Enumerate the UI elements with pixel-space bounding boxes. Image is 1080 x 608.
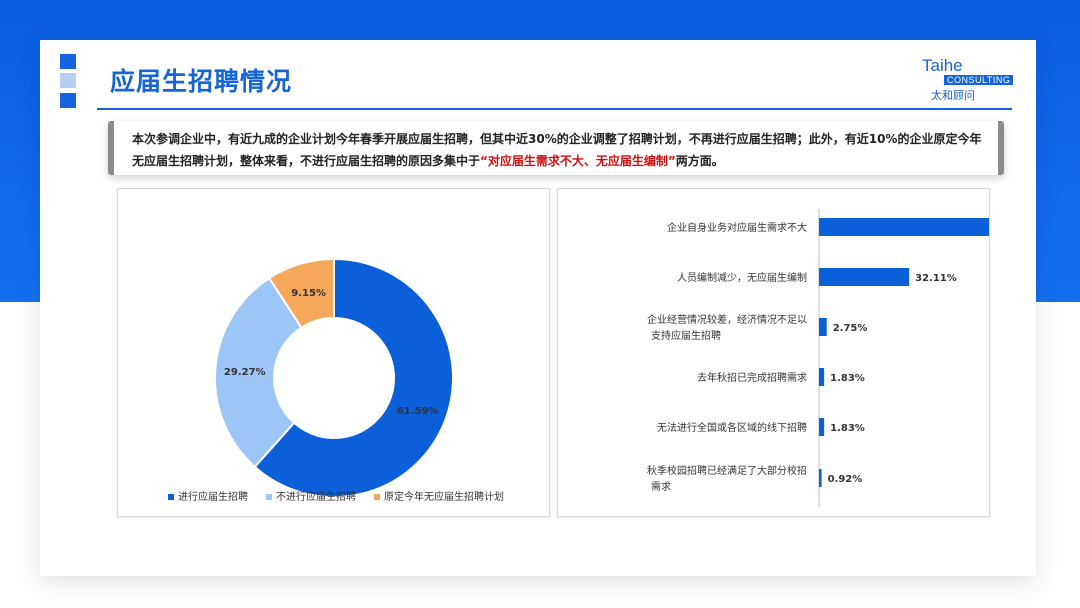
bar-chart: 60.55%企业自身业务对应届生需求不大32.11%人员编制减少，无应届生编制2… [647,209,1037,507]
bar-category-label: 企业自身业务对应届生需求不大 [667,221,807,234]
title-decor-square [60,73,76,88]
bar-category-label: 无法进行全国或各区域的线下招聘 [657,421,807,434]
bar-category-label: 秋季校园招聘已经满足了大部分校招 [647,464,807,477]
legend-swatch [374,494,380,500]
bar [819,268,910,286]
bar-chart-panel: 60.55%企业自身业务对应届生需求不大32.11%人员编制减少，无应届生编制2… [557,188,1037,517]
logo-main-text: Taihe [922,56,963,75]
logo-cn-text: 太和顾问 [931,89,975,102]
bar-value-label: 2.75% [833,323,868,334]
donut-data-label: 61.59% [397,406,439,417]
bar-value-label: 32.11% [915,273,957,284]
summary-text: 本次参调企业中，有近九成的企业计划今年春季开展应届生招聘，但其中近30%的企业调… [132,128,992,172]
legend-label: 不进行应届生招聘 [276,490,356,503]
bar [819,218,989,236]
bar-value-label: 0.92% [828,474,863,485]
legend-label: 原定今年无应届生招聘计划 [384,490,504,503]
donut-chart-panel: 61.59% 29.27% 9.15% 进行应届生招聘 不进行应届生招聘 原定今年无应届生… [117,188,550,517]
summary-highlight: “对应届生需求不大、无应届生编制” [480,154,676,168]
page-title: 应届生招聘情况 [110,67,293,96]
title-decor-square [60,54,76,69]
bar-category-label: 企业经营情况较差，经济情况不足以 [647,313,807,326]
bar-value-label: 1.83% [830,373,865,384]
title-decor-square [60,93,76,108]
summary-box: 本次参调企业中，有近九成的企业计划今年春季开展应届生招聘，但其中近30%的企业调… [108,121,1004,175]
title-underline [97,108,1012,110]
legend-label: 进行应届生招聘 [178,490,248,503]
donut-data-label: 29.27% [224,367,266,378]
bar [819,469,822,487]
donut-chart: 61.59% 29.27% 9.15% 进行应届生招聘 不进行应届生招聘 原定今年无应届生… [168,257,504,503]
donut-data-label: 9.15% [291,288,326,299]
legend-swatch [266,494,272,500]
bar [819,368,825,386]
taihe-logo: Taihe CONSULTING 太和顾问 [920,56,1014,102]
bar-category-label: 人员编制减少，无应届生编制 [677,271,807,284]
bar-value-label: 1.83% [830,423,865,434]
bar-category-label: 支持应届生招聘 [651,329,721,342]
bar-category-label: 去年秋招已完成招聘需求 [697,371,807,384]
legend-swatch [168,494,174,500]
logo-sub-text: CONSULTING [944,75,1014,85]
bar-category-label: 需求 [651,481,671,493]
summary-part2: 两方面。 [675,154,724,168]
bar [819,418,825,436]
bar [819,318,827,336]
slide-card: 应届生招聘情况 Taihe CONSULTING 太和顾问 本次参调企业中，有近… [40,40,1037,576]
